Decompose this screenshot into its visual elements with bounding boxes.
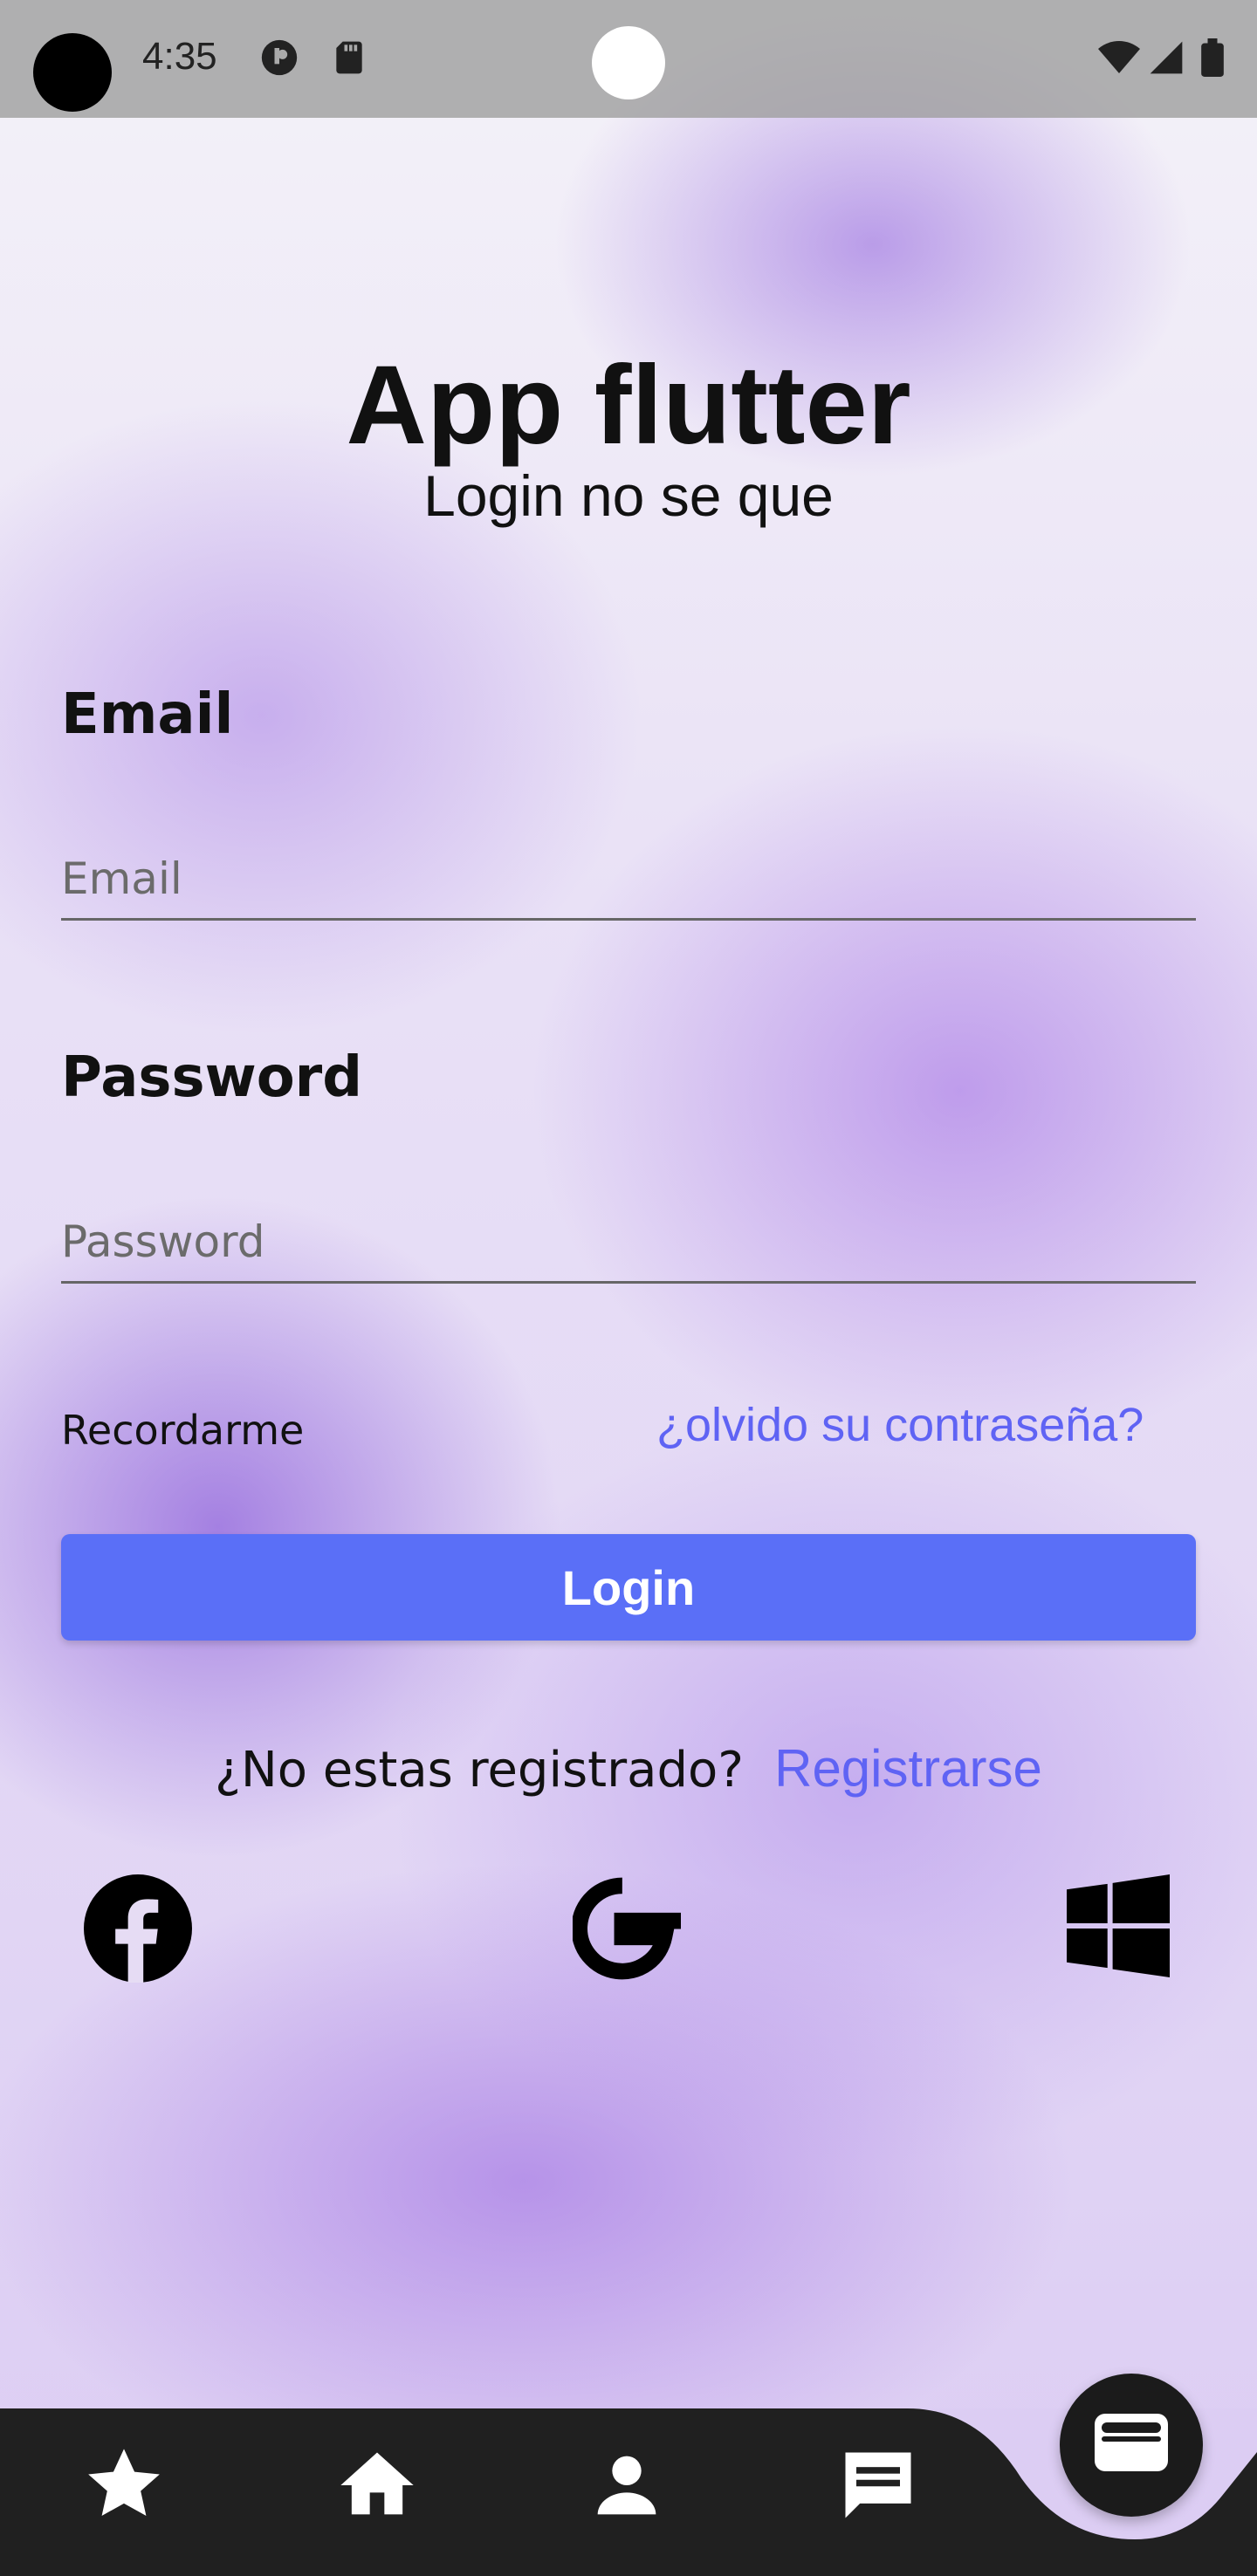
nav-favorites-icon[interactable] — [80, 2442, 168, 2529]
google-icon[interactable] — [571, 1874, 681, 1983]
status-bar: 4:35 — [0, 0, 1257, 118]
login-button[interactable]: Login — [61, 1534, 1196, 1641]
wallet-fab-button[interactable] — [1060, 2374, 1203, 2517]
email-label: Email — [61, 682, 234, 747]
sd-card-icon — [330, 38, 368, 77]
battery-icon — [1199, 38, 1238, 77]
windows-icon[interactable] — [1067, 1874, 1170, 1983]
nav-messages-icon[interactable] — [835, 2442, 922, 2529]
password-label: Password — [61, 1045, 363, 1110]
email-field[interactable] — [61, 839, 1196, 921]
nav-profile-icon[interactable] — [583, 2442, 670, 2529]
facebook-icon[interactable] — [84, 1874, 192, 1983]
status-time: 4:35 — [142, 35, 217, 78]
wifi-icon — [1098, 38, 1140, 77]
password-field[interactable] — [61, 1202, 1196, 1284]
app-subtitle: Login no se que — [423, 463, 834, 528]
camera-dot — [592, 26, 665, 99]
nav-home-icon[interactable] — [333, 2442, 421, 2529]
forgot-password-link[interactable]: ¿olvido su contraseña? — [656, 1398, 1144, 1452]
register-question: ¿No estas registrado? — [215, 1742, 745, 1798]
remember-me-label[interactable]: Recordarme — [61, 1407, 304, 1454]
header: App flutter Login no se que — [0, 340, 1257, 531]
register-row: ¿No estas registrado? Registrarse — [0, 1738, 1257, 1798]
notification-icon — [260, 38, 299, 77]
register-link[interactable]: Registrarse — [774, 1739, 1042, 1798]
camera-cutout — [33, 33, 112, 112]
app-title: App flutter — [346, 343, 911, 468]
signal-icon — [1147, 38, 1185, 77]
